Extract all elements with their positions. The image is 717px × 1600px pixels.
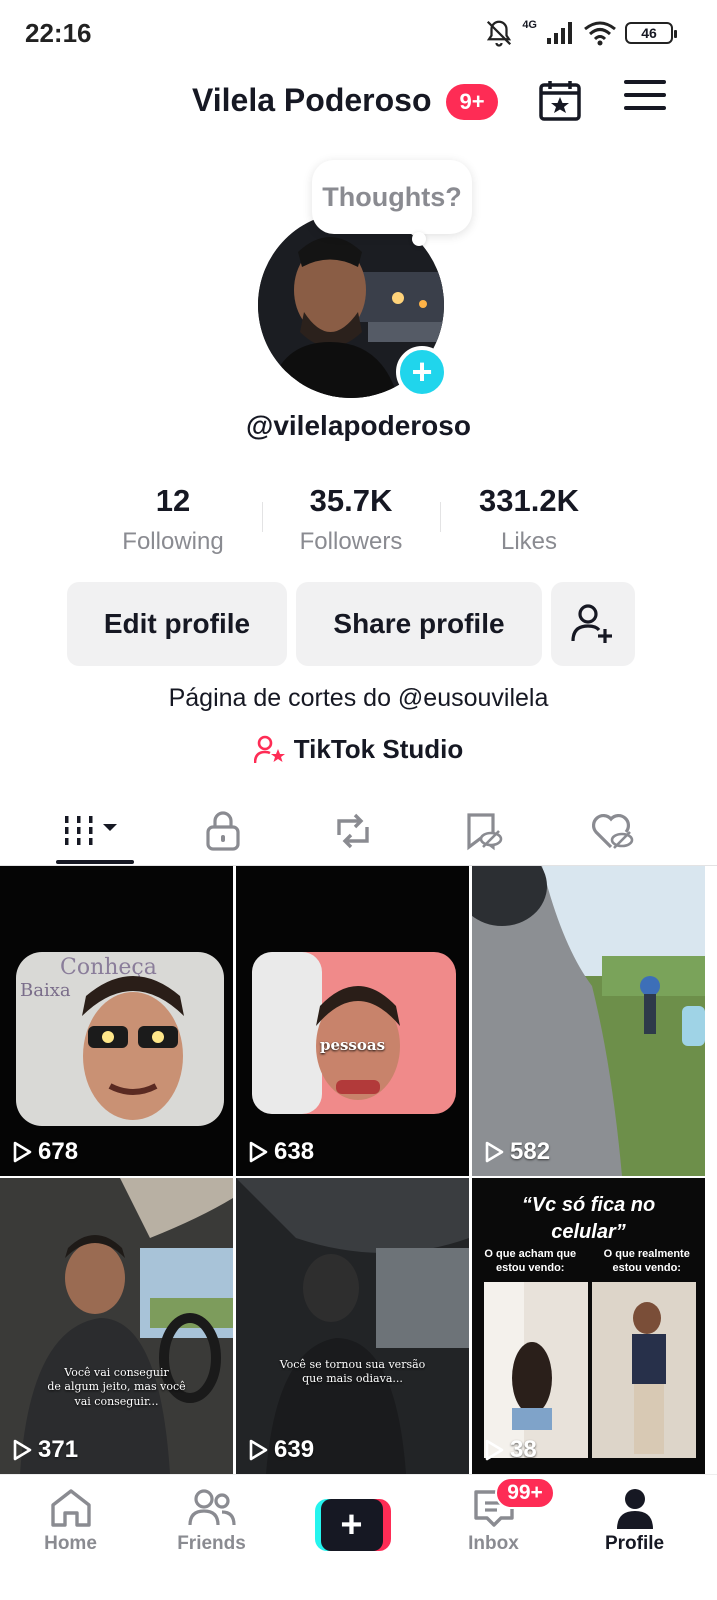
username: @vilelapoderoso [246, 410, 471, 441]
view-count: 639 [248, 1436, 314, 1464]
edit-profile-button[interactable]: Edit profile [67, 582, 287, 666]
liked-hidden-icon [592, 814, 634, 849]
video-split-label-left: O que acham que estou vendo: [484, 1248, 577, 1274]
video-grid: Conheça Baixa 678 pessoas 638 582 Você v… [0, 866, 717, 1474]
signal-icon [545, 20, 575, 46]
studio-person-star-icon [253, 735, 285, 763]
repost-icon [337, 813, 369, 849]
status-time: 22:16 [25, 18, 92, 48]
status-icons: 4G 46 [484, 16, 677, 50]
play-icon [485, 1141, 504, 1163]
video-overlay-text: Você vai conseguir de algum jeito, mas v… [47, 1366, 186, 1408]
nav-inbox-label: Inbox [468, 1533, 519, 1554]
share-profile-button[interactable]: Share profile [296, 582, 542, 666]
nav-profile[interactable]: Profile [564, 1475, 705, 1575]
network-label: 4G [522, 19, 537, 31]
play-icon [249, 1439, 268, 1461]
tiktok-studio-link[interactable]: TikTok Studio [0, 734, 717, 765]
nav-friends-label: Friends [177, 1533, 246, 1554]
play-icon [13, 1141, 32, 1163]
friends-icon [187, 1489, 236, 1526]
profile-header: Vilela Poderoso 9+ [0, 72, 717, 132]
stat-likes[interactable]: 331.2K Likes [440, 480, 618, 564]
profile-stats: 12 Following 35.7K Followers 331.2K Like… [84, 480, 618, 564]
thoughts-bubble[interactable]: Thoughts? [312, 160, 472, 234]
view-count: 678 [12, 1138, 78, 1166]
home-icon [50, 1489, 91, 1527]
stat-label: Followers [299, 528, 403, 555]
nav-create[interactable]: + [282, 1475, 423, 1575]
add-friend-button[interactable] [551, 582, 635, 666]
plus-icon: + [320, 1499, 383, 1551]
video-thumbnail[interactable]: Conheça Baixa 678 [0, 866, 233, 1176]
profile-display-name[interactable]: Vilela Poderoso [192, 82, 432, 119]
lock-icon [206, 811, 240, 851]
wifi-icon [583, 20, 617, 46]
stat-value: 12 [155, 483, 191, 518]
stat-followers[interactable]: 35.7K Followers [262, 480, 440, 564]
view-count-value: 371 [38, 1436, 79, 1463]
view-count-value: 638 [274, 1138, 315, 1165]
tab-videos[interactable] [28, 796, 158, 866]
video-split-label-right: O que realmente estou vendo: [603, 1248, 690, 1274]
video-thumbnail[interactable]: pessoas 638 [236, 866, 469, 1176]
view-count-value: 582 [510, 1138, 551, 1165]
bell-muted-icon [484, 18, 514, 48]
notification-badge: 9+ [446, 84, 498, 120]
view-count: 582 [484, 1138, 550, 1166]
nav-home[interactable]: Home [0, 1475, 141, 1575]
view-count: 638 [248, 1138, 314, 1166]
add-person-icon [571, 604, 612, 643]
add-story-button[interactable]: + [396, 346, 448, 398]
battery-icon: 46 [625, 22, 677, 44]
nav-friends[interactable]: Friends [141, 1475, 282, 1575]
svg-text:Baixa: Baixa [20, 980, 71, 1001]
videos-grid-icon [65, 816, 117, 845]
stat-value: 35.7K [309, 483, 393, 518]
view-count: 38 [484, 1436, 537, 1464]
play-icon [249, 1141, 268, 1163]
view-count-value: 639 [274, 1436, 315, 1463]
tiktok-studio-label: TikTok Studio [293, 734, 464, 764]
tab-favorites[interactable] [418, 796, 548, 866]
svg-text:Conheça: Conheça [60, 955, 157, 980]
play-icon [13, 1439, 32, 1461]
tab-reposts[interactable] [288, 796, 418, 866]
video-thumbnail[interactable]: Você se tornou sua versão que mais odiav… [236, 1178, 469, 1474]
tab-private[interactable] [158, 796, 288, 866]
status-bar: 22:16 4G 46 [0, 0, 717, 66]
content-tabs [0, 796, 717, 866]
play-icon [485, 1439, 504, 1461]
stat-following[interactable]: 12 Following [84, 480, 262, 564]
stat-label: Following [122, 528, 224, 555]
view-count-value: 678 [38, 1138, 79, 1165]
video-caption: “Vc só fica no celular” [521, 1194, 656, 1243]
calendar-star-icon[interactable] [538, 78, 582, 122]
thought-bubble-tail [412, 232, 426, 246]
video-overlay-text: pessoas [319, 1036, 386, 1054]
bookmark-hidden-icon [467, 813, 503, 851]
bottom-navigation: Home Friends + Inbox 99+ Profile [0, 1474, 717, 1600]
create-button[interactable]: + [314, 1499, 391, 1551]
profile-bio: Página de cortes do @eusouvilela [168, 684, 549, 712]
stat-value: 331.2K [479, 483, 579, 518]
stat-label: Likes [500, 528, 558, 555]
video-thumbnail[interactable]: “Vc só fica no celular” O que acham que … [472, 1178, 705, 1474]
tab-liked[interactable] [548, 796, 678, 866]
nav-inbox[interactable]: Inbox 99+ [423, 1475, 564, 1575]
hamburger-menu-icon[interactable] [624, 80, 666, 120]
nav-profile-label: Profile [604, 1533, 665, 1554]
view-count-value: 38 [510, 1436, 537, 1463]
nav-home-label: Home [44, 1533, 97, 1554]
video-overlay-text: Você se tornou sua versão que mais odiav… [279, 1358, 426, 1386]
video-thumbnail[interactable]: Você vai conseguir de algum jeito, mas v… [0, 1178, 233, 1474]
video-thumbnail[interactable]: 582 [472, 866, 705, 1176]
view-count: 371 [12, 1436, 78, 1464]
inbox-badge: 99+ [495, 1477, 555, 1509]
profile-icon [616, 1489, 653, 1529]
